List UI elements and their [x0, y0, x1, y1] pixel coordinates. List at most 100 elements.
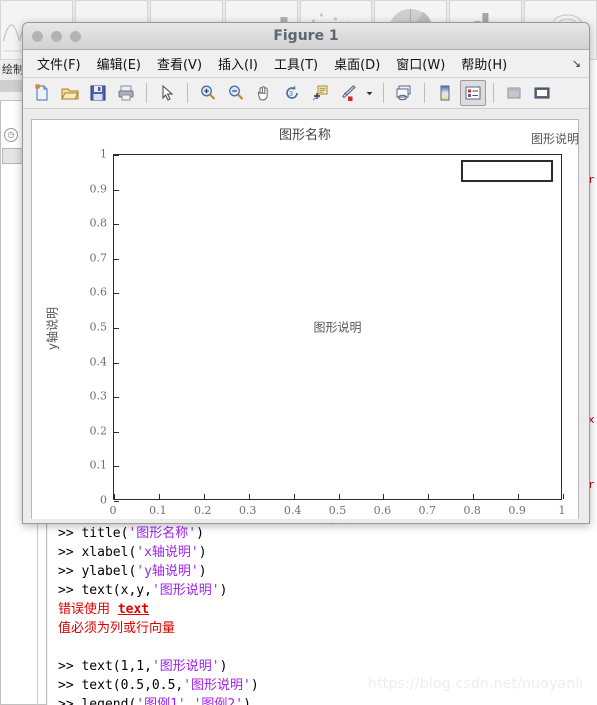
x-tick-label: 0.2 [194, 504, 212, 517]
figure-canvas[interactable]: 图形名称 0 0.1 0.2 0.3 0.4 0.5 0.6 0.7 0.8 0.9 1 0 0.1 0… [31, 119, 579, 523]
legend-icon[interactable] [460, 80, 486, 106]
prompt-symbol: >> [58, 583, 82, 598]
y-tick-mark [114, 224, 119, 226]
menu-bar: 文件(F) 编辑(E) 查看(V) 插入(I) 工具(T) 桌面(D) 窗口(W… [23, 50, 589, 78]
string-literal: 'y轴说明' [136, 564, 199, 579]
command-text: legend( [81, 697, 137, 705]
command-tail: ) [219, 659, 228, 674]
toolbar-separator-4 [424, 83, 425, 103]
x-tick-label: 0 [109, 504, 117, 517]
menu-item-insert[interactable]: 插入(I) [210, 52, 266, 75]
y-tick-label: 0.9 [89, 182, 108, 196]
menu-item-window[interactable]: 窗口(W) [388, 52, 453, 75]
string-literal: '图形名称' [128, 526, 197, 541]
axes-title: 图形名称 [278, 128, 331, 143]
prompt-symbol: >> [58, 526, 82, 541]
legend-box[interactable] [461, 160, 553, 182]
console-line-title: >> title('图形名称') [58, 524, 597, 543]
y-tick-label: 0.8 [89, 216, 108, 230]
y-tick-mark [114, 431, 119, 433]
x-tick-mark [383, 494, 385, 499]
toolbar-separator-3 [383, 83, 384, 103]
x-tick-mark [248, 494, 250, 499]
command-text: title( [81, 526, 129, 541]
y-tick-mark [114, 328, 119, 329]
console-line-text-11: >> text(1,1,'图形说明') [58, 657, 597, 676]
y-tick-mark [114, 258, 119, 260]
x-tick-label: 0.6 [373, 504, 392, 517]
x-tick-mark [473, 494, 475, 499]
menu-item-file[interactable]: 文件(F) [29, 52, 89, 75]
x-tick-label: 0.1 [149, 504, 167, 517]
string-literal: '图例1','图例2' [136, 697, 244, 705]
paintbrush-icon[interactable] [335, 80, 361, 106]
x-tick-mark [428, 494, 430, 499]
y-tick-label: 0.2 [89, 424, 108, 438]
menu-item-help[interactable]: 帮助(H) [453, 52, 515, 75]
new-figure-icon[interactable] [29, 80, 55, 106]
y-tick-mark [114, 466, 119, 468]
string-literal: 'x轴说明' [136, 545, 199, 560]
menu-overflow-icon[interactable]: ↘ [572, 57, 581, 70]
window-titlebar[interactable]: Figure 1 [23, 23, 589, 50]
command-tail: ) [198, 545, 207, 560]
x-tick-label: 1 [558, 504, 566, 517]
outside-annotation: 图形说明 [531, 132, 580, 146]
arrow-cursor-icon[interactable] [154, 80, 180, 106]
x-tick-label: 0.7 [418, 504, 437, 517]
menu-item-desktop[interactable]: 桌面(D) [326, 52, 388, 75]
x-tick-mark [158, 494, 160, 499]
clock-icon: ◷ [4, 128, 18, 142]
save-figure-icon[interactable] [85, 80, 111, 106]
string-literal: '图形说明' [183, 678, 251, 693]
y-tick-label: 0.6 [89, 285, 108, 299]
x-tick-label: 0.5 [328, 504, 347, 517]
pan-hand-icon[interactable] [251, 80, 277, 106]
string-literal: '图形说明' [151, 659, 220, 674]
menu-item-tools[interactable]: 工具(T) [266, 52, 326, 75]
command-text: xlabel( [81, 545, 137, 560]
plot-tools-off-icon[interactable] [501, 80, 527, 106]
x-tick-label: 0.4 [283, 504, 302, 517]
screen-root: 绘制 ◷ at java.lang.Thread.run(Thread.java… [0, 0, 597, 705]
y-tick-label: 1 [100, 147, 107, 161]
x-tick-mark [203, 494, 205, 499]
rotate-3d-icon[interactable]: 3 [279, 80, 305, 106]
console-line-text-xy: >> text(x,y,'图形说明') [58, 581, 597, 600]
command-tail: ) [243, 697, 251, 705]
x-tick-mark [563, 494, 564, 499]
menu-item-view[interactable]: 查看(V) [149, 52, 210, 75]
zoom-out-icon[interactable] [223, 80, 249, 106]
plot-tools-on-icon[interactable] [529, 80, 555, 106]
prompt-symbol: >> [58, 659, 82, 674]
y-tick-label: 0.1 [89, 458, 108, 472]
command-text: ylabel( [81, 564, 137, 579]
console-line-error-head: 错误使用 text [58, 600, 597, 619]
matlab-command-window[interactable]: at java.lang.Thread.run(Thread.java:748)… [48, 505, 597, 705]
watermark-text: https://blog.csdn.net/nuoyanli [368, 676, 584, 692]
y-tick-mark [114, 362, 119, 364]
console-line-xlabel: >> xlabel('x轴说明') [58, 543, 597, 562]
data-cursor-icon[interactable] [307, 80, 333, 106]
caret-down-icon[interactable] [363, 80, 376, 106]
error-function-link[interactable]: text [118, 602, 149, 617]
print-figure-icon[interactable] [113, 80, 139, 106]
y-tick-mark [114, 397, 119, 399]
command-tail: ) [196, 526, 204, 541]
figure-window: Figure 1 文件(F) 编辑(E) 查看(V) 插入(I) 工具(T) 桌… [22, 22, 590, 524]
x-tick-label: 0.8 [463, 504, 481, 517]
command-text: text(x,y, [81, 583, 152, 598]
menu-item-edit[interactable]: 编辑(E) [89, 52, 149, 75]
open-folder-icon[interactable] [57, 80, 83, 106]
figure-toolbar: 3 [23, 78, 589, 109]
colorbar-icon[interactable] [432, 80, 458, 106]
axes-plot-box[interactable]: 图形说明 [113, 154, 564, 502]
command-tail: ) [198, 564, 207, 579]
window-title: Figure 1 [273, 28, 339, 44]
toolbar-separator-1 [146, 83, 147, 103]
y-tick-label: 0.3 [89, 389, 108, 403]
link-plot-icon[interactable] [391, 80, 417, 106]
zoom-in-icon[interactable] [195, 80, 221, 106]
x-tick-mark [518, 494, 520, 499]
